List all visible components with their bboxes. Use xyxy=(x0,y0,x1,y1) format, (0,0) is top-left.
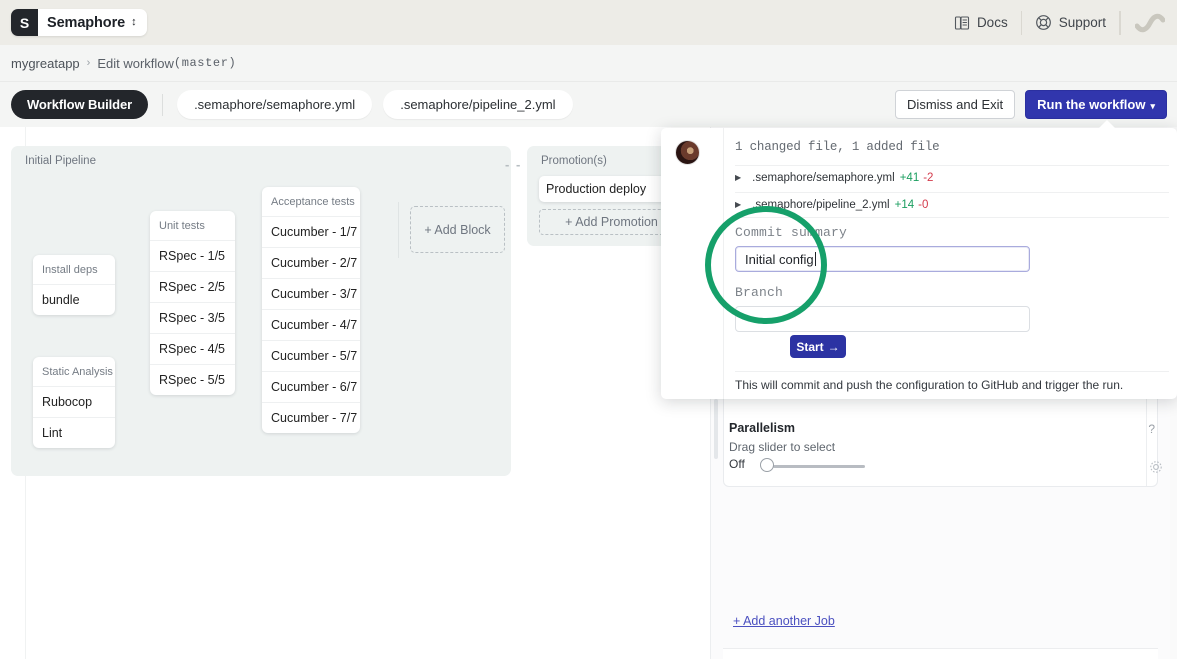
block-header: Acceptance tests xyxy=(262,187,360,217)
prologue-section: ▼Prologue Executes before each job. Comm… xyxy=(723,648,1158,659)
parallelism-value-label: Off xyxy=(729,457,745,471)
breadcrumb-branch: (master) xyxy=(173,56,237,70)
support-link[interactable]: Support xyxy=(1022,10,1120,35)
card-vertical-divider xyxy=(1146,393,1147,486)
org-switcher[interactable]: S Semaphore ↕ xyxy=(11,9,147,36)
lifebuoy-icon xyxy=(1035,15,1051,30)
block-job[interactable]: RSpec - 1/5 xyxy=(150,241,235,272)
block-job[interactable]: Rubocop xyxy=(33,387,115,418)
gear-icon[interactable] xyxy=(1149,460,1163,479)
breadcrumb: mygreatapp › Edit workflow (master) xyxy=(0,45,1177,82)
tab-semaphore-yml[interactable]: .semaphore/semaphore.yml xyxy=(177,90,373,119)
start-button-label: Start xyxy=(796,339,824,354)
parallelism-subtitle: Drag slider to select xyxy=(729,440,836,454)
branch-label: Branch xyxy=(735,285,784,300)
inner-scrollbar-thumb[interactable] xyxy=(714,399,718,459)
commit-summary-label: Commit summary xyxy=(735,225,848,240)
editor-actions: Dismiss and Exit Run the workflow ▾ xyxy=(895,90,1177,119)
docs-link[interactable]: Docs xyxy=(941,10,1022,35)
tab-pipeline2-yml[interactable]: .semaphore/pipeline_2.yml xyxy=(383,90,573,119)
block-job[interactable]: RSpec - 2/5 xyxy=(150,272,235,303)
org-name-label: Semaphore xyxy=(47,14,126,31)
block-header: Install deps xyxy=(33,255,115,285)
parallelism-slider-track[interactable] xyxy=(773,465,865,468)
top-bar: S Semaphore ↕ Docs Support xyxy=(0,0,1177,45)
popup-file-row[interactable]: ▶ .semaphore/semaphore.yml +41 -2 xyxy=(735,165,1169,189)
popup-files-divider xyxy=(735,217,1169,218)
block-job[interactable]: bundle xyxy=(33,285,115,315)
block-job[interactable]: Cucumber - 7/7 xyxy=(262,403,360,433)
block-job[interactable]: Cucumber - 4/7 xyxy=(262,310,360,341)
chevron-down-icon: ▾ xyxy=(1150,101,1155,111)
breadcrumb-separator-icon: › xyxy=(86,57,91,69)
pipeline-divider xyxy=(398,202,399,258)
support-label: Support xyxy=(1058,15,1106,30)
run-the-workflow-label: Run the workflow xyxy=(1037,97,1146,112)
semaphore-swoosh-logo-icon[interactable] xyxy=(1120,10,1177,35)
block-static-analysis[interactable]: Static Analysis Rubocop Lint xyxy=(33,357,115,448)
popup-footer-divider xyxy=(735,371,1169,372)
popup-pointer-arrow xyxy=(1097,120,1117,130)
commit-summary-value: Initial config xyxy=(745,251,814,267)
book-icon xyxy=(954,15,969,30)
dismiss-and-exit-button[interactable]: Dismiss and Exit xyxy=(895,90,1016,119)
popup-body: 1 changed file, 1 added file ▶ .semaphor… xyxy=(723,128,1177,399)
tab-divider xyxy=(162,93,164,116)
popup-changed-files-summary: 1 changed file, 1 added file xyxy=(735,140,940,154)
popup-file-deletions: -0 xyxy=(918,198,929,211)
triangle-right-icon: ▶ xyxy=(735,200,742,209)
block-job[interactable]: Cucumber - 2/7 xyxy=(262,248,360,279)
branch-input[interactable] xyxy=(735,306,1030,332)
tab-workflow-builder[interactable]: Workflow Builder xyxy=(11,90,149,119)
run-the-workflow-button[interactable]: Run the workflow ▾ xyxy=(1025,90,1167,119)
popup-file-row[interactable]: ▶ .semaphore/pipeline_2.yml +14 -0 xyxy=(735,192,1169,216)
start-button[interactable]: Start → xyxy=(790,335,846,358)
semaphore-workflow-editor: S Semaphore ↕ Docs Support mygreatapp › … xyxy=(0,0,1177,659)
commit-summary-input[interactable]: Initial config xyxy=(735,246,1030,272)
block-job[interactable]: RSpec - 4/5 xyxy=(150,334,235,365)
block-header: Static Analysis xyxy=(33,357,115,387)
block-job[interactable]: Cucumber - 5/7 xyxy=(262,341,360,372)
popup-file-deletions: -2 xyxy=(923,171,934,184)
block-install-deps[interactable]: Install deps bundle xyxy=(33,255,115,315)
popup-file-additions: +14 xyxy=(894,198,915,211)
triangle-right-icon: ▶ xyxy=(735,173,742,182)
user-avatar xyxy=(675,140,700,165)
promotions-title: Promotion(s) xyxy=(541,155,607,167)
add-another-job-link[interactable]: + Add another Job xyxy=(733,614,835,628)
chevron-updown-icon: ↕ xyxy=(131,16,137,28)
docs-label: Docs xyxy=(976,15,1008,30)
popup-footer-text: This will commit and push the configurat… xyxy=(735,378,1124,392)
popup-file-additions: +41 xyxy=(899,171,920,184)
breadcrumb-current: Edit workflow xyxy=(97,55,174,71)
breadcrumb-project[interactable]: mygreatapp xyxy=(11,56,80,71)
text-cursor xyxy=(814,252,816,266)
block-job[interactable]: Cucumber - 6/7 xyxy=(262,372,360,403)
arrow-right-icon: → xyxy=(827,339,840,354)
top-bar-actions: Docs Support xyxy=(941,0,1177,45)
parallelism-title: Parallelism xyxy=(729,421,796,435)
block-job[interactable]: Lint xyxy=(33,418,115,448)
question-mark-icon[interactable]: ? xyxy=(1148,422,1155,436)
block-job[interactable]: Cucumber - 1/7 xyxy=(262,217,360,248)
block-acceptance-tests[interactable]: Acceptance tests Cucumber - 1/7 Cucumber… xyxy=(262,187,360,433)
run-workflow-popup: 1 changed file, 1 added file ▶ .semaphor… xyxy=(661,128,1177,399)
block-job[interactable]: Cucumber - 3/7 xyxy=(262,279,360,310)
parallelism-slider-knob[interactable] xyxy=(760,458,774,472)
block-job[interactable]: RSpec - 5/5 xyxy=(150,365,235,395)
add-block-button[interactable]: + Add Block xyxy=(410,206,505,253)
block-job[interactable]: RSpec - 3/5 xyxy=(150,303,235,334)
popup-file-path: .semaphore/semaphore.yml xyxy=(752,171,895,184)
block-header: Unit tests xyxy=(150,211,235,241)
popup-file-path: .semaphore/pipeline_2.yml xyxy=(752,198,890,211)
block-unit-tests[interactable]: Unit tests RSpec - 1/5 RSpec - 2/5 RSpec… xyxy=(150,211,235,395)
org-logo-icon: S xyxy=(11,9,38,36)
editor-tab-bar: Workflow Builder .semaphore/semaphore.ym… xyxy=(0,82,1177,127)
pipeline-title: Initial Pipeline xyxy=(25,155,96,167)
promotion-label: Production deploy xyxy=(546,182,647,196)
